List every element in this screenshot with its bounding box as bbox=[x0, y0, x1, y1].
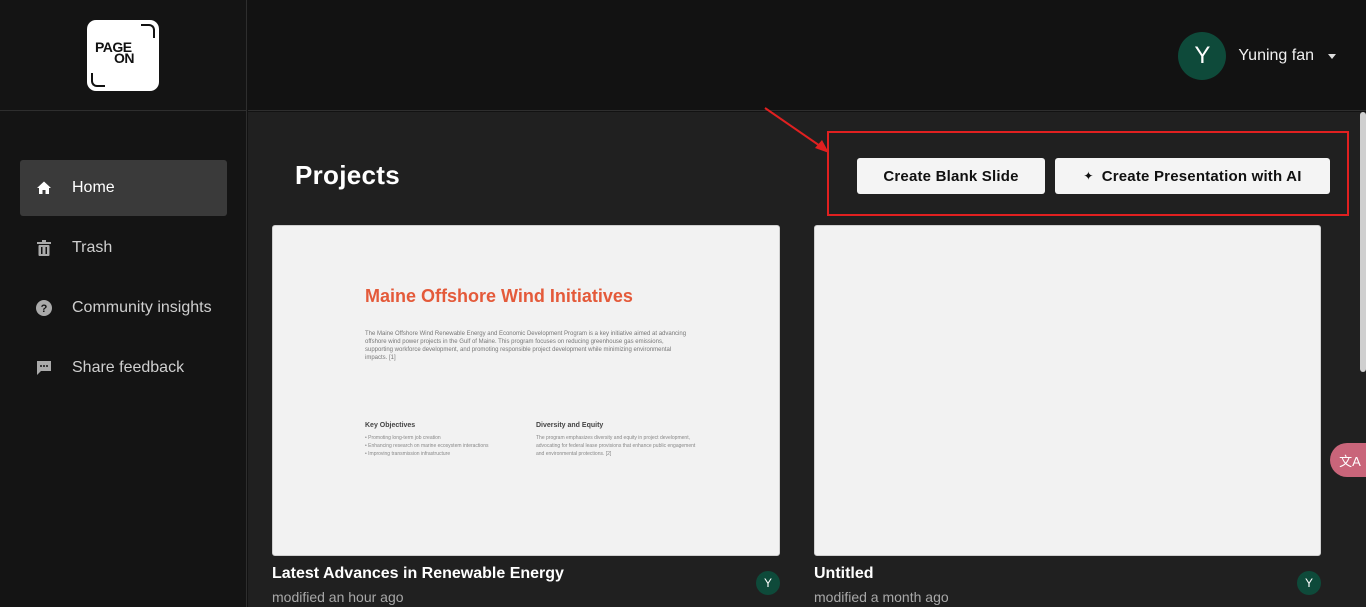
project-card[interactable]: Untitled modified a month ago Y bbox=[814, 225, 1321, 605]
owner-avatar: Y bbox=[1297, 571, 1321, 595]
sidebar-nav: Home Trash ? Community insights Share fe… bbox=[20, 160, 227, 400]
home-icon bbox=[34, 178, 54, 198]
slide-column-diversity: Diversity and Equity The program emphasi… bbox=[536, 422, 696, 458]
user-menu[interactable]: Y Yuning fan bbox=[1178, 32, 1336, 80]
slide-list-item: • Improving transmission infrastructure bbox=[365, 451, 451, 457]
project-thumbnail[interactable] bbox=[814, 225, 1321, 556]
create-presentation-ai-button[interactable]: ✦ Create Presentation with AI bbox=[1055, 158, 1330, 194]
sidebar-item-trash[interactable]: Trash bbox=[20, 220, 227, 276]
create-blank-slide-label: Create Blank Slide bbox=[883, 167, 1019, 185]
project-title[interactable]: Untitled bbox=[814, 565, 1321, 583]
sidebar-item-label: Home bbox=[72, 179, 115, 196]
feedback-icon bbox=[34, 358, 54, 378]
logo-area: PAGE ON bbox=[0, 0, 246, 111]
slide-column-heading: Key Objectives bbox=[365, 422, 416, 429]
scrollbar[interactable] bbox=[1360, 112, 1366, 372]
avatar[interactable]: Y bbox=[1178, 32, 1227, 80]
sidebar-item-share-feedback[interactable]: Share feedback bbox=[20, 340, 227, 396]
svg-text:?: ? bbox=[41, 303, 48, 315]
slide-title: Maine Offshore Wind Initiatives bbox=[365, 286, 633, 306]
sidebar: PAGE ON Home Trash ? Community insights bbox=[0, 0, 247, 607]
sidebar-item-home[interactable]: Home bbox=[20, 160, 227, 216]
help-icon: ? bbox=[34, 298, 54, 318]
project-thumbnail[interactable]: Maine Offshore Wind Initiatives The Main… bbox=[272, 225, 780, 556]
top-bar: Y Yuning fan bbox=[248, 0, 1366, 111]
project-modified: modified a month ago bbox=[814, 589, 949, 605]
sparkle-icon: ✦ bbox=[1083, 169, 1094, 183]
user-name[interactable]: Yuning fan bbox=[1238, 47, 1314, 65]
main-content: Projects Create Blank Slide ✦ Create Pre… bbox=[248, 107, 1366, 607]
sidebar-item-label: Share feedback bbox=[72, 359, 185, 376]
chevron-down-icon[interactable] bbox=[1328, 53, 1336, 59]
project-modified: modified an hour ago bbox=[272, 589, 404, 605]
logo-corner-bottom bbox=[91, 73, 105, 87]
sidebar-item-label: Trash bbox=[72, 239, 113, 256]
logo-text-line2: ON bbox=[114, 50, 135, 66]
create-presentation-ai-label: Create Presentation with AI bbox=[1101, 167, 1302, 185]
slide-list-item: • Enhancing research on marine ecosystem… bbox=[365, 443, 489, 449]
create-blank-slide-button[interactable]: Create Blank Slide bbox=[857, 158, 1045, 194]
trash-icon bbox=[34, 238, 54, 258]
annotation-arrow bbox=[764, 107, 829, 153]
translate-icon[interactable]: 文A bbox=[1330, 443, 1366, 477]
page-title: Projects bbox=[295, 160, 401, 190]
slide-body: The Maine Offshore Wind Renewable Energy… bbox=[365, 331, 687, 361]
owner-avatar: Y bbox=[756, 571, 780, 595]
slide-column-heading: Diversity and Equity bbox=[536, 422, 604, 429]
sidebar-item-label: Community insights bbox=[72, 299, 212, 316]
sidebar-item-community-insights[interactable]: ? Community insights bbox=[20, 280, 227, 336]
slide-column-text: The program emphasizes diversity and equ… bbox=[536, 435, 696, 457]
slide-column-objectives: Key Objectives • Promoting long-term job… bbox=[365, 422, 525, 458]
slide-list-item: • Promoting long-term job creation bbox=[365, 435, 441, 441]
logo-corner-top bbox=[141, 24, 155, 38]
project-title[interactable]: Latest Advances in Renewable Energy bbox=[272, 565, 780, 583]
pageon-logo[interactable]: PAGE ON bbox=[87, 20, 159, 91]
project-card[interactable]: Maine Offshore Wind Initiatives The Main… bbox=[272, 225, 780, 605]
